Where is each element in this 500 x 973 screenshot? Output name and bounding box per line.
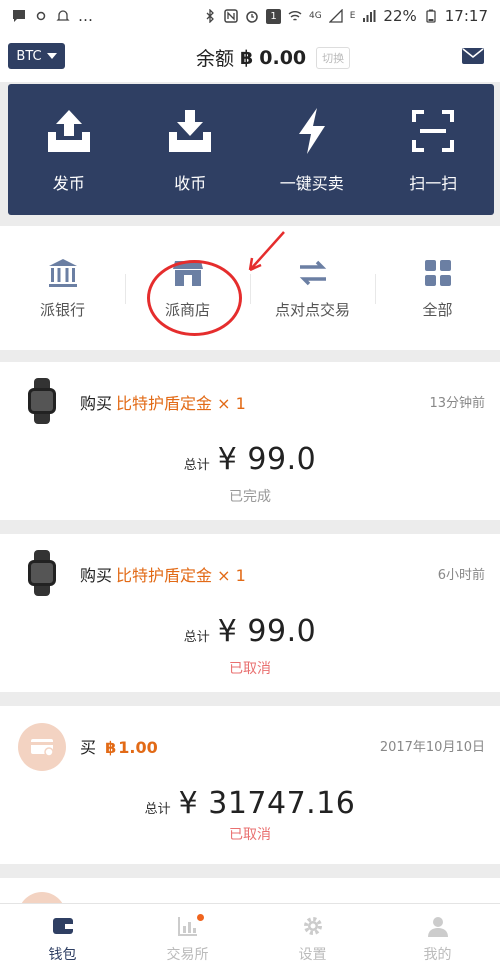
order-total: 总计 ¥ 31747.16	[0, 786, 500, 821]
action-label: 发币	[52, 173, 85, 193]
bluetooth-icon	[206, 9, 214, 23]
nfc-icon	[224, 9, 238, 23]
nav-label: 全部	[422, 300, 453, 319]
message-icon	[13, 10, 25, 22]
order-header: 购买 比特护盾定金 × 1 13分钟前	[0, 362, 500, 438]
tab-exchange[interactable]: 交易所	[125, 904, 250, 973]
coin-selector-label: BTC	[16, 48, 42, 64]
order-description: 购买 比特护盾定金 × 1	[80, 390, 246, 414]
download-tray-icon	[169, 109, 212, 152]
order-total: 总计 ¥ 99.0	[0, 442, 500, 477]
watch-thumbnail	[28, 378, 56, 424]
tab-label: 交易所	[166, 946, 209, 963]
lightning-icon	[298, 107, 325, 154]
action-panel: 发币 收币 一键买卖 扫一扫	[8, 84, 494, 215]
signal-icon	[328, 9, 343, 23]
chart-icon	[177, 916, 197, 936]
person-icon	[427, 916, 448, 937]
scan-icon	[412, 109, 455, 152]
total-amount: ¥ 99.0	[217, 614, 317, 649]
action-label: 收币	[174, 173, 207, 193]
order-card[interactable]: 购买 比特护盾定金 × 1 6小时前 总计 ¥ 99.0 已取消	[0, 534, 500, 692]
quick-trade-button[interactable]: 一键买卖	[251, 84, 373, 215]
signal-bars-icon	[363, 10, 376, 22]
order-time: 2017年10月10日	[379, 740, 485, 755]
wifi-icon	[288, 11, 302, 21]
order-status: 已取消	[229, 827, 271, 843]
wallet-icon	[52, 917, 73, 934]
bottom-nav: 钱包 交易所 设置 我的	[0, 903, 500, 973]
watch-thumbnail	[28, 550, 56, 596]
card-coin-thumbnail	[18, 723, 66, 771]
order-status: 已取消	[229, 661, 271, 677]
tab-label: 设置	[298, 946, 327, 963]
status-bar: … 1 4G E 22% 17:17	[0, 0, 500, 32]
scan-button[interactable]: 扫一扫	[373, 84, 495, 215]
tab-label: 钱包	[48, 946, 77, 963]
alarm-icon	[246, 11, 258, 23]
tab-wallet[interactable]: 钱包	[0, 904, 125, 973]
order-total: 总计 ¥ 99.0	[0, 614, 500, 649]
tab-profile[interactable]: 我的	[375, 904, 500, 973]
gear-icon	[303, 916, 322, 935]
send-coin-button[interactable]: 发币	[8, 84, 130, 215]
sim-badge: 1	[266, 8, 282, 24]
btc-symbol: ฿	[105, 738, 117, 757]
nav-all[interactable]: 全部	[375, 248, 500, 328]
balance-symbol: ฿	[240, 46, 254, 69]
sun-icon	[36, 11, 46, 21]
coin-selector[interactable]: BTC	[8, 43, 65, 69]
battery-icon	[426, 9, 436, 23]
notification-dot	[197, 914, 204, 921]
upload-tray-icon	[47, 109, 90, 152]
order-action: 购买	[80, 566, 113, 585]
balance-value: 0.00	[259, 46, 307, 69]
battery-percent: 22%	[383, 7, 417, 25]
tab-label: 我的	[423, 946, 452, 963]
more-notifications-icon: …	[78, 7, 93, 25]
order-item: 比特护盾定金 × 1	[116, 566, 246, 585]
balance-label: 余额	[196, 48, 235, 70]
order-description: 购买 比特护盾定金 × 1	[80, 562, 246, 586]
action-label: 扫一扫	[409, 173, 458, 193]
balance-display: 余额 ฿ 0.00 切换	[196, 44, 351, 71]
order-item: 比特护盾定金 × 1	[116, 394, 246, 413]
order-action: 买	[80, 738, 97, 757]
annotation-circle	[147, 260, 242, 336]
order-card[interactable]: 购买 比特护盾定金 × 1 13分钟前 总计 ¥ 99.0 已完成	[0, 362, 500, 520]
order-header: 购买 比特护盾定金 × 1 6小时前	[0, 534, 500, 610]
network-label-2: E	[349, 11, 356, 21]
bank-icon	[48, 258, 77, 287]
caret-down-icon	[46, 53, 57, 59]
grid-icon	[424, 259, 451, 286]
switch-button[interactable]: 切换	[316, 46, 351, 69]
nav-label: 点对点交易	[274, 300, 350, 319]
total-label: 总计	[183, 630, 210, 645]
network-label: 4G	[309, 11, 322, 21]
btc-value: 1.00	[118, 738, 158, 757]
order-time: 13分钟前	[429, 396, 485, 411]
order-time: 6小时前	[437, 568, 485, 583]
nav-bank[interactable]: 派银行	[0, 248, 125, 328]
order-header: 买 ฿ 1.00 2017年10月10日	[0, 706, 500, 782]
exchange-arrows-icon	[299, 260, 326, 285]
nav-label: 派银行	[39, 300, 85, 319]
notification-icon	[56, 10, 70, 21]
receive-coin-button[interactable]: 收币	[130, 84, 252, 215]
order-action: 购买	[80, 394, 113, 413]
total-amount: ¥ 99.0	[217, 442, 317, 477]
app-header: BTC 余额 ฿ 0.00 切换	[0, 32, 500, 82]
tab-settings[interactable]: 设置	[250, 904, 375, 973]
annotation-arrow-icon	[248, 231, 285, 272]
total-label: 总计	[183, 458, 210, 473]
card-icon	[31, 739, 54, 757]
total-label: 总计	[144, 802, 171, 817]
order-status: 已完成	[229, 489, 271, 505]
clock-time: 17:17	[444, 7, 488, 25]
total-amount: ¥ 31747.16	[178, 786, 356, 821]
action-label: 一键买卖	[279, 173, 344, 193]
order-card[interactable]: 买 ฿ 1.00 2017年10月10日 总计 ¥ 31747.16 已取消	[0, 706, 500, 864]
order-description: 买 ฿ 1.00	[80, 734, 158, 758]
mail-icon[interactable]	[462, 48, 484, 64]
